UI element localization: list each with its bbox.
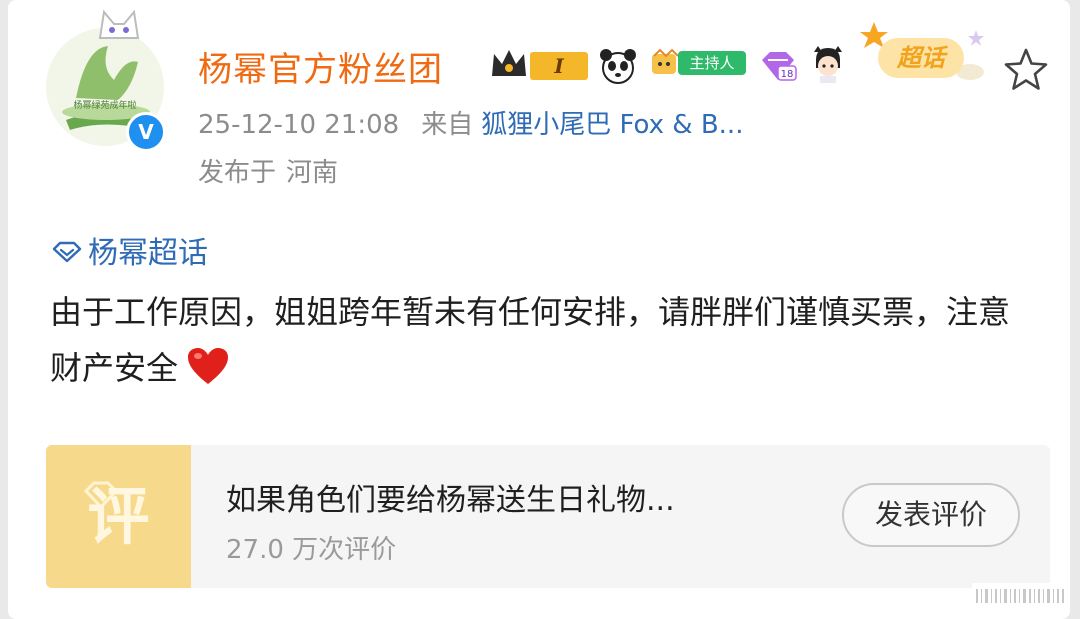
account-name[interactable]: 杨幂官方粉丝团 [198, 42, 443, 91]
post-body: 由于工作原因，姐姐跨年暂未有任何安排，请胖胖们谨慎买票，注意财产安全 [50, 284, 1040, 396]
post-timestamp: 25-12-10 21:08 [198, 110, 400, 140]
post-meta: 25-12-10 21:08 来自 狐狸小尾巴 Fox & B... [198, 104, 743, 141]
host-label: 主持人 [678, 51, 746, 75]
source-app-link[interactable]: 狐狸小尾巴 Fox & B... [481, 110, 743, 140]
diamond-level-icon[interactable]: 18 [758, 48, 798, 84]
star-outline-icon[interactable] [1002, 46, 1050, 94]
review-card[interactable]: 评 如果角色们要给杨幂送生日礼物... 27.0 万次评价 发表评价 [46, 445, 1050, 588]
review-count: 27.0 万次评价 [226, 535, 397, 565]
source-prefix: 来自 [421, 110, 474, 140]
review-title[interactable]: 如果角色们要给杨幂送生日礼物... [226, 475, 675, 519]
host-doodle-icon [652, 48, 679, 74]
super-topic-label: 超话 [878, 38, 964, 78]
watermark-barcode-icon [972, 583, 1068, 609]
post-review-button[interactable]: 发表评价 [842, 483, 1020, 547]
member-level-badge[interactable]: I [530, 52, 588, 80]
topic-label: 杨幂超话 [88, 236, 208, 271]
post-location: 发布于 河南 [198, 152, 338, 189]
red-heart-icon [188, 348, 229, 384]
review-icon-char: 评 [87, 480, 150, 553]
cat-decoration-icon [98, 9, 140, 39]
super-topic-badge[interactable]: 超话 [858, 20, 990, 84]
panda-icon[interactable] [598, 48, 638, 84]
location-name: 河南 [286, 158, 339, 188]
diamond-level-number: 18 [781, 69, 794, 80]
host-badge[interactable]: 主持人 [648, 48, 748, 78]
avatar-caption: 杨幂绿苑成年啦 [73, 99, 136, 111]
review-icon: 评 [46, 445, 191, 588]
character-avatar-icon[interactable] [808, 44, 848, 84]
weibo-post-card: 杨幂绿苑成年啦 V 杨幂官方粉丝团 I 主持人 18 超话 25-12-10 2… [8, 0, 1070, 619]
crown-icon[interactable] [490, 46, 528, 80]
topic-link[interactable]: 杨幂超话 [52, 228, 208, 272]
location-prefix: 发布于 [198, 158, 277, 188]
verified-badge: V [126, 112, 166, 152]
super-topic-diamond-icon [52, 241, 82, 262]
